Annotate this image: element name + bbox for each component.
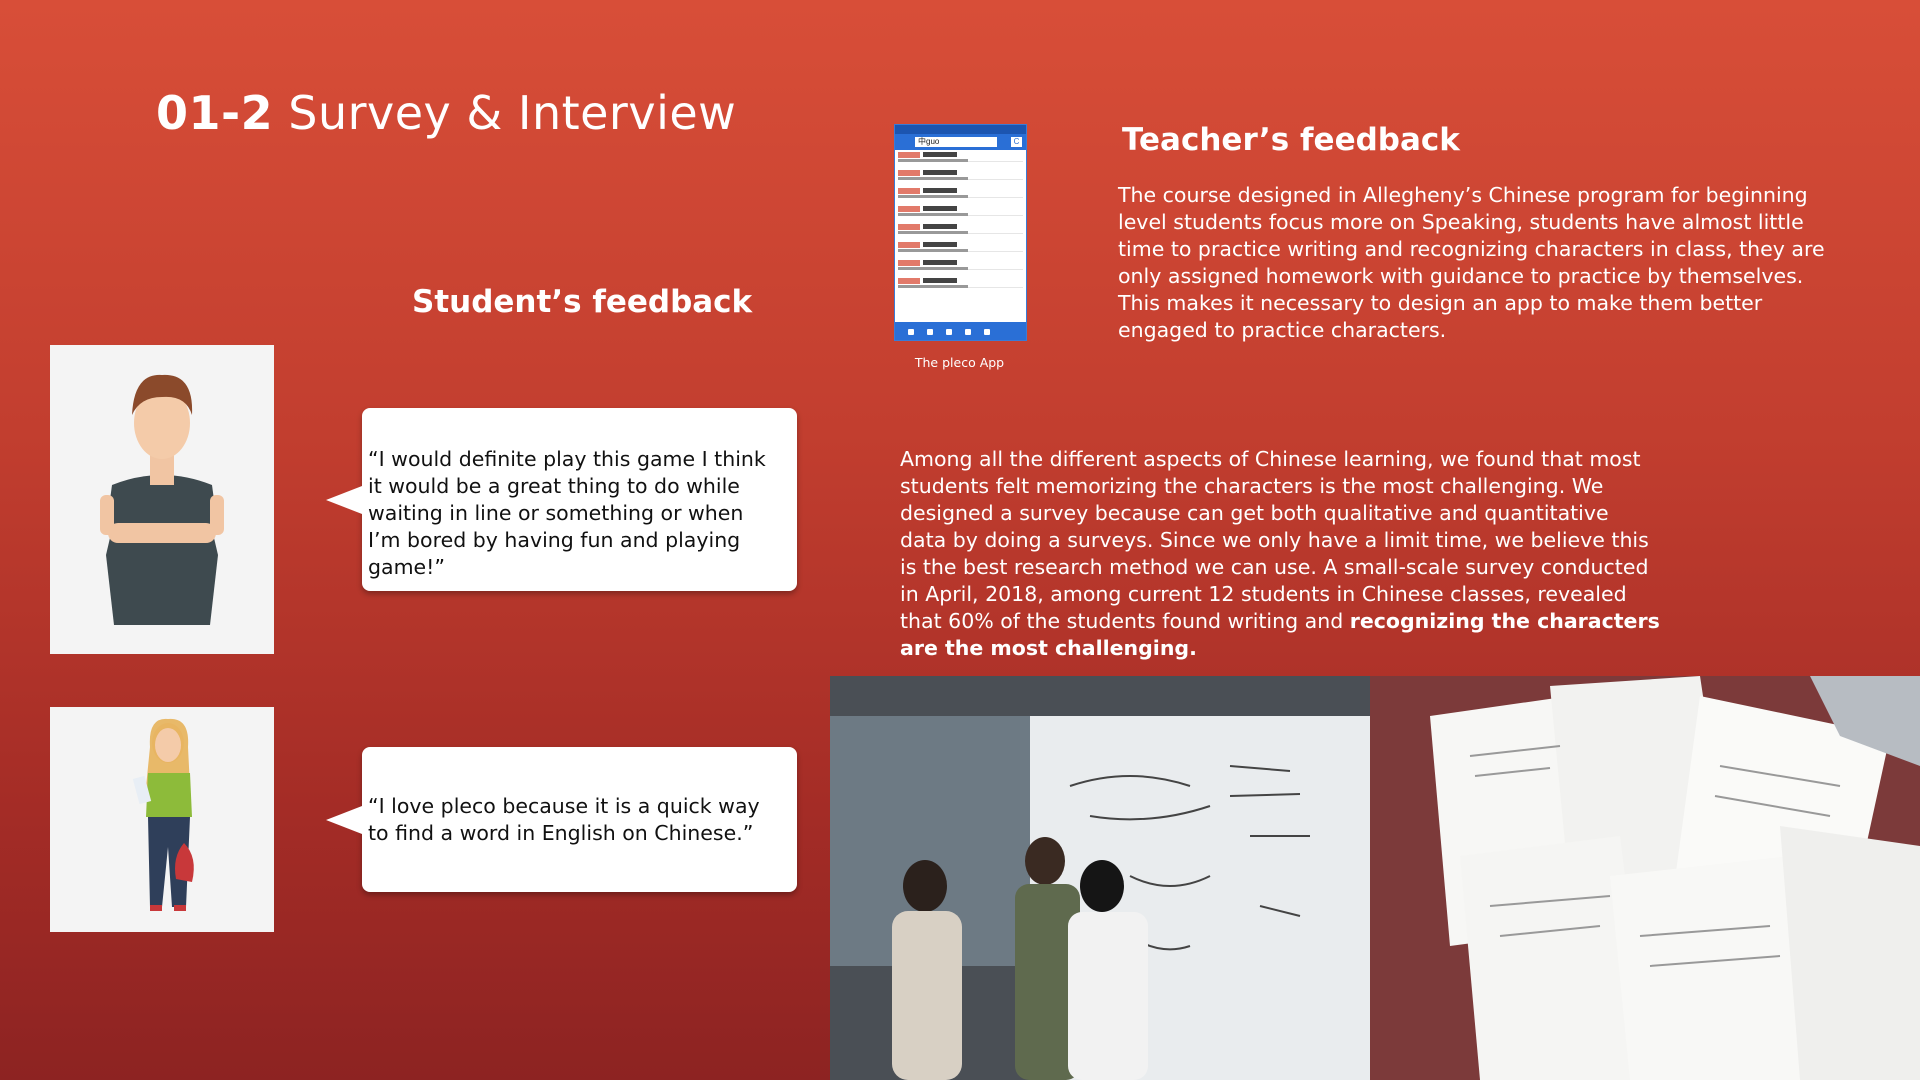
- phone-bottom-nav: [895, 322, 1026, 340]
- list-item: [898, 170, 1023, 180]
- student-quote-bubble-1: “I would definite play this game I think…: [362, 408, 797, 591]
- student-quote-bubble-2: “I love pleco because it is a quick way …: [362, 747, 797, 892]
- phone-search-bar: 中guo C: [895, 134, 1026, 150]
- phone-search-field: 中guo: [915, 137, 997, 147]
- list-item: [898, 242, 1023, 252]
- phone-clear-button: C: [1011, 137, 1022, 147]
- teacher-feedback-heading: Teacher’s feedback: [1122, 122, 1460, 158]
- phone-status-bar: [895, 125, 1026, 134]
- list-item: [898, 188, 1023, 198]
- list-item: [898, 224, 1023, 234]
- phone-result-list: [895, 150, 1026, 298]
- female-student-avatar: [50, 707, 274, 932]
- list-item: [898, 278, 1023, 288]
- section-title: Survey & Interview: [288, 86, 737, 140]
- survey-text: Among all the different aspects of Chine…: [900, 447, 1649, 633]
- list-item: [898, 260, 1023, 270]
- app-caption: The pleco App: [914, 355, 1005, 370]
- teacher-feedback-text: The course designed in Allegheny’s Chine…: [1118, 183, 1825, 342]
- whiteboard-interview-photo: [830, 676, 1370, 1080]
- student-feedback-heading: Student’s feedback: [412, 284, 753, 320]
- section-number: 01-2: [156, 86, 274, 140]
- page-title: 01-2 Survey & Interview: [156, 86, 736, 140]
- pleco-app-screenshot: 中guo C: [894, 124, 1027, 341]
- survey-papers-photo: [1370, 676, 1920, 1080]
- list-item: [898, 206, 1023, 216]
- survey-summary: Among all the different aspects of Chine…: [900, 446, 1660, 662]
- male-student-avatar: [50, 345, 274, 654]
- list-item: [898, 152, 1023, 162]
